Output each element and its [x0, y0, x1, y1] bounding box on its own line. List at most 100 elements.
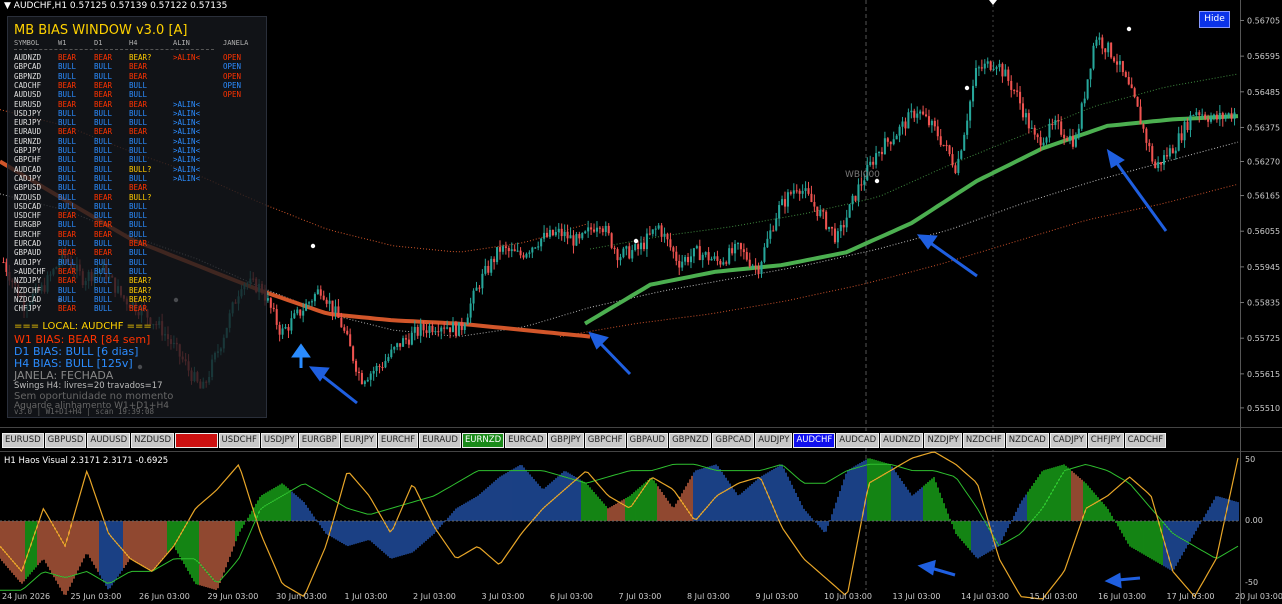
symbol-button-eurusd[interactable]: EURUSD: [2, 433, 44, 448]
symbol-button-eurjpy[interactable]: EURJPY: [340, 433, 377, 448]
candle-body: [760, 261, 763, 275]
dropdown-triangle-icon[interactable]: ▼: [4, 1, 11, 11]
candle-body: [810, 193, 813, 203]
candle-body: [422, 324, 425, 331]
symbol-button-eurchf[interactable]: EURCHF: [377, 433, 419, 448]
candle-body: [898, 126, 901, 136]
candle-body: [381, 367, 384, 369]
candle-body: [269, 298, 272, 308]
candle-body: [575, 234, 578, 246]
candle-body: [845, 217, 848, 228]
candle-body: [416, 326, 419, 336]
candle-body: [807, 188, 810, 194]
candle-body: [446, 327, 449, 329]
candle-body: [704, 252, 707, 255]
candle-body: [1198, 112, 1201, 116]
candle-body: [554, 232, 557, 236]
symbol-button-audchf[interactable]: AUDCHF: [793, 433, 836, 448]
candle-body: [801, 190, 804, 194]
symbol-button-euraud[interactable]: EURAUD: [419, 433, 461, 448]
candle-body: [651, 229, 654, 234]
symbol-button-gbpchf[interactable]: GBPCHF: [584, 433, 626, 448]
symbol-button-gbpusd[interactable]: GBPUSD: [44, 433, 87, 448]
symbol-button-audcad[interactable]: AUDCAD: [836, 433, 880, 448]
candle-body: [572, 235, 575, 246]
symbol-button-audusd[interactable]: AUDUSD: [87, 433, 131, 448]
candle-body: [299, 309, 302, 316]
candle-body: [619, 257, 622, 261]
candle-body: [1110, 42, 1113, 58]
candle-body: [1168, 148, 1171, 157]
candle-body: [407, 339, 410, 345]
candle-body: [466, 317, 469, 325]
symbol-button-gbpcad[interactable]: GBPCAD: [712, 433, 755, 448]
candle-body: [919, 111, 922, 114]
symbol-button-cadchf[interactable]: CADCHF: [1124, 433, 1167, 448]
symbol-button-usdcad[interactable]: USDCAD: [175, 433, 218, 448]
candle-body: [992, 68, 995, 70]
time-label: 2 Jul 03:00: [413, 592, 456, 601]
candle-body: [363, 381, 366, 385]
candle-body: [701, 254, 704, 261]
candle-body: [1004, 69, 1007, 77]
candle-body: [716, 256, 719, 261]
time-label: 7 Jul 03:00: [618, 592, 662, 601]
candle-body: [1063, 134, 1066, 139]
symbol-button-nzdusd[interactable]: NZDUSD: [131, 433, 175, 448]
symbol-button-cadjpy[interactable]: CADJPY: [1049, 433, 1087, 448]
candle-body: [372, 370, 375, 374]
candle-body: [1010, 80, 1013, 90]
symbol-button-audnzd[interactable]: AUDNZD: [880, 433, 924, 448]
candle-body: [590, 227, 593, 230]
candle-body: [775, 218, 778, 231]
candle-body: [634, 244, 637, 251]
candle-body: [625, 246, 628, 249]
candle-body: [739, 243, 742, 250]
symbol-button-nzdjpy[interactable]: NZDJPY: [924, 433, 962, 448]
symbol-button-usdchf[interactable]: USDCHF: [218, 433, 260, 448]
time-label: 17 Jul 03:00: [1166, 592, 1215, 601]
candle-body: [642, 242, 646, 250]
candle-body: [863, 180, 866, 185]
candle-body: [498, 247, 502, 252]
candle-body: [584, 231, 587, 234]
symbol-button-eurnzd[interactable]: EURNZD: [461, 433, 505, 448]
candle-body: [528, 252, 531, 254]
candle-body: [830, 226, 834, 229]
symbol-button-eurgbp[interactable]: EURGBP: [298, 433, 340, 448]
price-label: 0.56055: [1247, 227, 1280, 236]
candle-body: [545, 232, 549, 237]
candle-body: [604, 225, 607, 233]
symbol-button-gbpaud[interactable]: GBPAUD: [626, 433, 669, 448]
candle-body: [660, 225, 663, 237]
indicator-title: H1 Haos Visual 2.3171 2.3171 -0.6925: [4, 456, 169, 466]
hide-button[interactable]: Hide: [1199, 11, 1230, 28]
candle-body: [986, 61, 989, 64]
candle-body: [399, 343, 402, 347]
symbol-button-audjpy[interactable]: AUDJPY: [755, 433, 793, 448]
symbol-button-gbpjpy[interactable]: GBPJPY: [547, 433, 584, 448]
candle-body: [275, 309, 278, 325]
candle-body: [1089, 68, 1092, 80]
swing-dot: [964, 85, 970, 91]
candle-body: [880, 151, 883, 155]
symbol-button-chfjpy[interactable]: CHFJPY: [1087, 433, 1124, 448]
candle-body: [1195, 112, 1198, 115]
candle-body: [560, 228, 563, 237]
swing-dot: [1126, 26, 1132, 32]
symbol-button-usdjpy[interactable]: USDJPY: [260, 433, 298, 448]
price-label: 0.56375: [1247, 123, 1280, 132]
candle-body: [942, 144, 945, 146]
candle-body: [698, 246, 701, 261]
symbol-button-eurcad[interactable]: EURCAD: [505, 433, 547, 448]
candle-body: [1233, 112, 1236, 119]
swings-info: Swings H4: livres=20 travados=17: [14, 381, 163, 391]
candle-body: [1092, 45, 1095, 69]
symbol-button-nzdchf[interactable]: NZDCHF: [962, 433, 1005, 448]
candle-body: [1121, 61, 1124, 73]
candle-body: [995, 67, 998, 69]
symbol-button-gbpnzd[interactable]: GBPNZD: [669, 433, 712, 448]
candle-body: [1013, 89, 1016, 91]
candle-body: [402, 338, 405, 347]
symbol-button-nzdcad[interactable]: NZDCAD: [1005, 433, 1049, 448]
